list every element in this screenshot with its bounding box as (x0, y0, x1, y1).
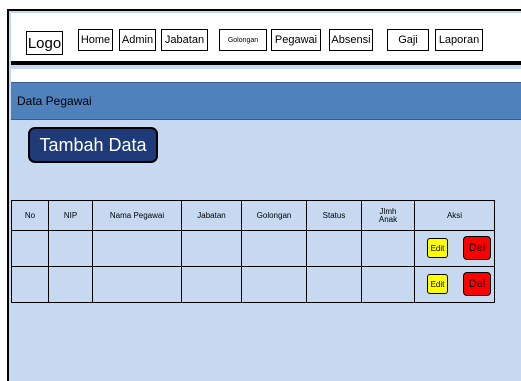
nav-golongan[interactable]: Golongan (219, 29, 267, 51)
table-cell (181, 230, 242, 267)
table-cell (241, 230, 307, 267)
table-cell (92, 230, 182, 267)
table-cell (48, 230, 93, 267)
table-cell (181, 266, 242, 303)
column-header-jabatan: Jabatan (181, 200, 242, 231)
page-title-text: Data Pegawai (17, 94, 92, 108)
edit-button[interactable]: Edit (427, 238, 448, 258)
page-title: Data Pegawai (11, 82, 521, 120)
table-cell (11, 266, 49, 303)
add-data-button[interactable]: Tambah Data (28, 127, 158, 163)
table-cell (306, 266, 362, 303)
nav-gaji[interactable]: Gaji (387, 29, 429, 51)
nav-laporan[interactable]: Laporan (435, 29, 483, 51)
table-row: Edit Del (11, 230, 495, 267)
column-header-golongan: Golongan (241, 200, 307, 231)
nav-jabatan[interactable]: Jabatan (161, 29, 208, 51)
delete-button[interactable]: Del (463, 272, 491, 296)
column-header-aksi: Aksi (414, 200, 495, 231)
nav-home[interactable]: Home (78, 29, 113, 51)
table-header-row: No NIP Nama Pegawai Jabatan Golongan Sta… (11, 200, 495, 231)
table-cell (92, 266, 182, 303)
action-cell: Edit Del (414, 230, 495, 267)
edit-button[interactable]: Edit (427, 274, 448, 294)
app-frame: Logo Home Admin Jabatan Golongan Pegawai… (7, 9, 521, 381)
table-cell (361, 230, 415, 267)
delete-button[interactable]: Del (463, 236, 491, 260)
column-header-jumlah-anak: Jlmh Anak (361, 200, 415, 231)
table-row: Edit Del (11, 266, 495, 303)
nav-absensi[interactable]: Absensi (329, 29, 373, 51)
table-cell (306, 230, 362, 267)
table-cell (241, 266, 307, 303)
column-header-status: Status (306, 200, 362, 231)
logo[interactable]: Logo (26, 31, 63, 55)
top-navbar: Logo Home Admin Jabatan Golongan Pegawai… (11, 13, 521, 65)
nav-pegawai[interactable]: Pegawai (271, 29, 321, 51)
divider-strip (11, 69, 521, 82)
column-header-jumlah-anak-label: Jlmh Anak (378, 206, 398, 224)
column-header-nip: NIP (48, 200, 93, 231)
action-cell: Edit Del (414, 266, 495, 303)
column-header-no: No (11, 200, 49, 231)
table-cell (48, 266, 93, 303)
column-header-nama: Nama Pegawai (92, 200, 182, 231)
table-cell (361, 266, 415, 303)
table-cell (11, 230, 49, 267)
nav-admin[interactable]: Admin (119, 29, 156, 51)
employee-table: No NIP Nama Pegawai Jabatan Golongan Sta… (11, 200, 495, 303)
